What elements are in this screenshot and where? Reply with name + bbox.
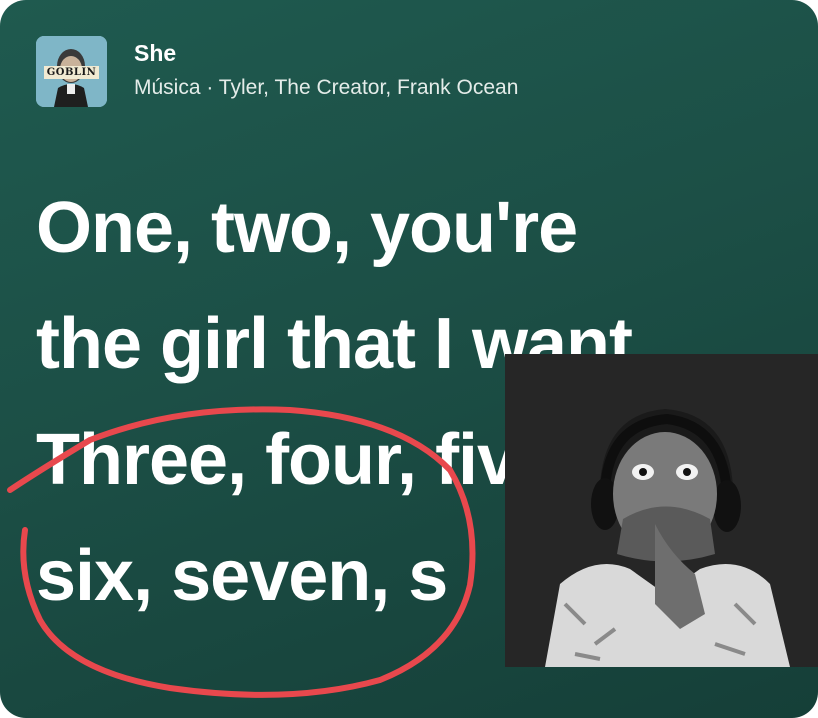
red-circle-annotation: [7, 406, 476, 698]
lyrics-card: GOBLIN She Música · Tyler, The Creator, …: [0, 0, 818, 718]
